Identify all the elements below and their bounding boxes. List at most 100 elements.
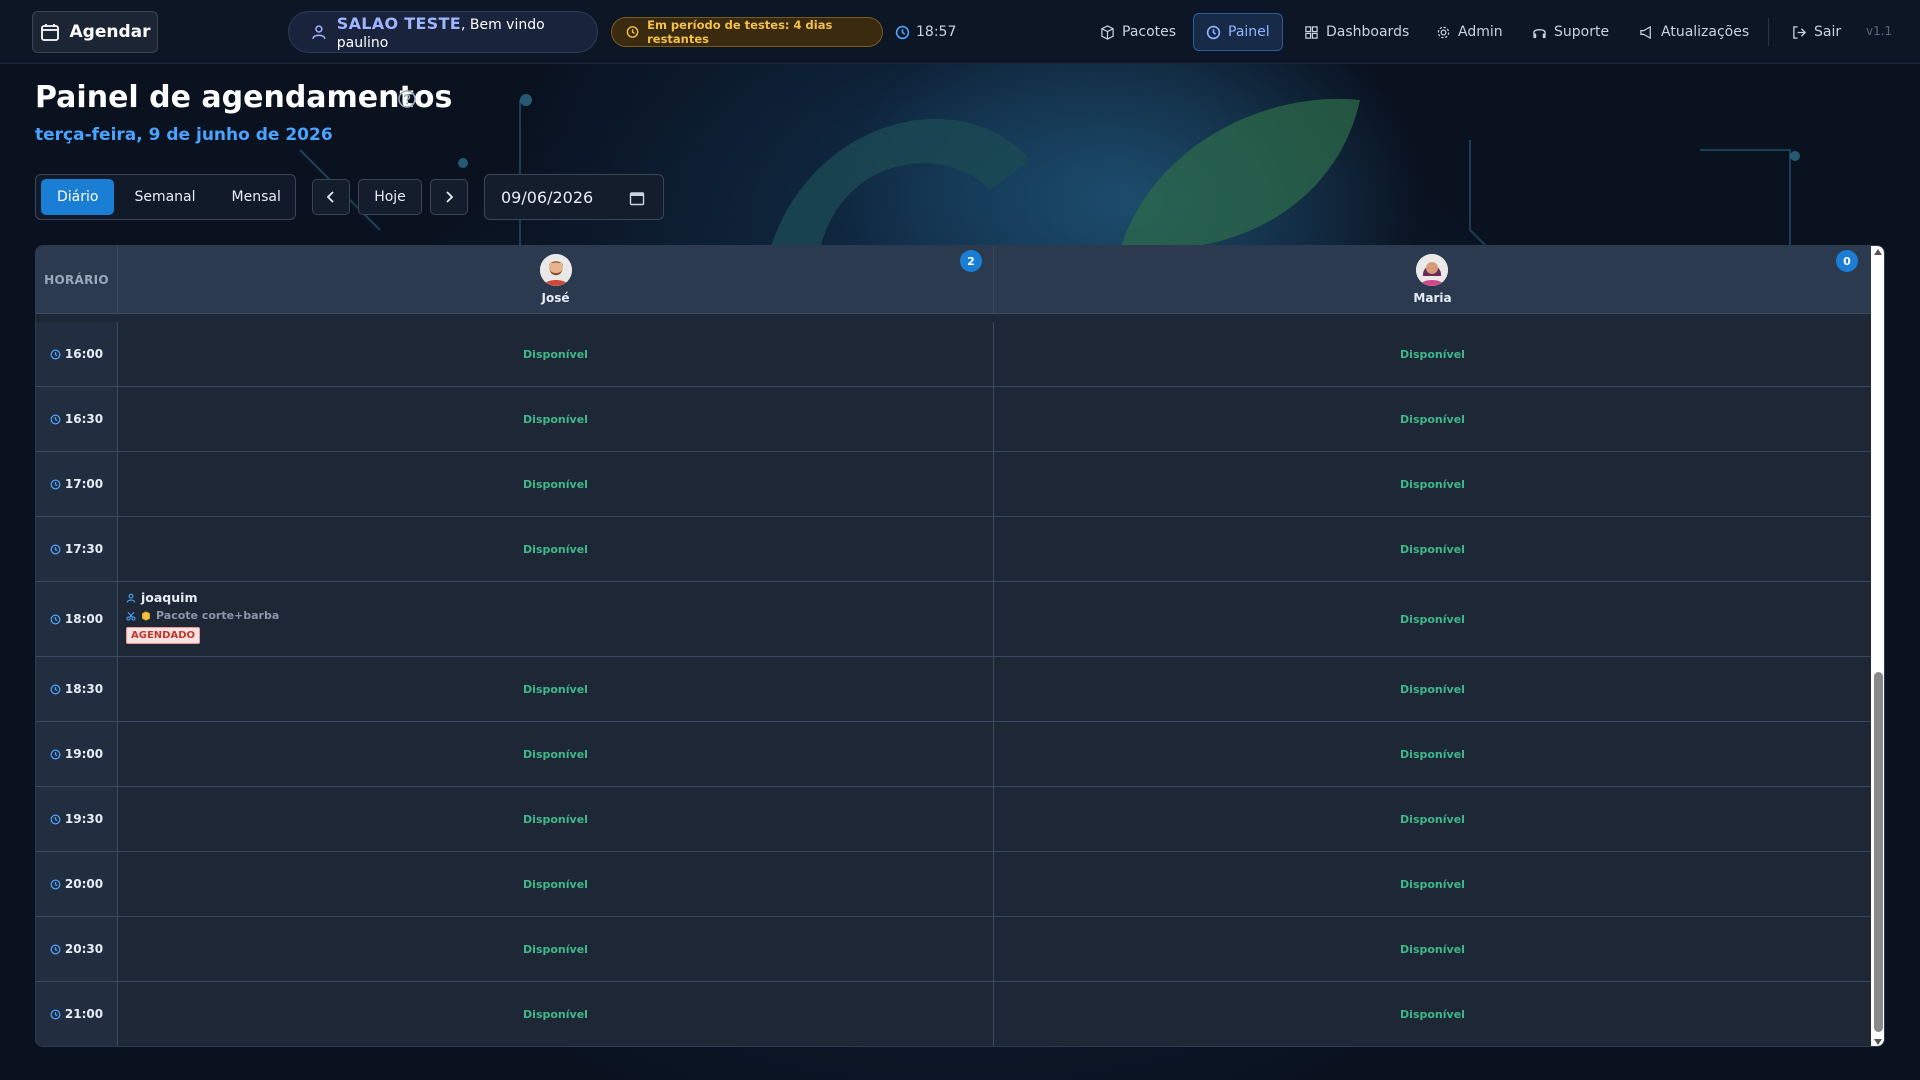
headset-icon <box>1533 28 1546 38</box>
avatar <box>1416 254 1448 286</box>
time-slot-label: 17:00 <box>36 452 118 516</box>
available-slot[interactable]: Disponível <box>118 322 994 386</box>
schedule-header: HORÁRIO José 2 Maria 0 <box>36 246 1871 314</box>
scroll-down-arrow[interactable] <box>1874 1039 1882 1045</box>
schedule-rows: 16:00 Disponível Disponível 16:30 Disponível… <box>36 322 1871 1046</box>
schedule-row: 18:00 joaquim Pacote corte+barba AGENDADO Di… <box>36 582 1871 657</box>
client-name: joaquim <box>141 590 198 605</box>
scroll-up-arrow[interactable] <box>1874 249 1882 255</box>
nav-dashboards[interactable]: Dashboards <box>1292 13 1421 51</box>
available-slot[interactable]: Disponível <box>994 387 1871 451</box>
time-slot-label: 20:00 <box>36 852 118 916</box>
appointment-package: Pacote corte+barba <box>126 609 279 622</box>
time-slot-label: 19:00 <box>36 722 118 786</box>
avatar <box>540 254 572 286</box>
appointment-count-badge: 2 <box>960 250 982 272</box>
clock-icon <box>50 684 61 694</box>
available-slot[interactable]: Disponível <box>994 322 1871 386</box>
available-label: Disponível <box>523 942 588 956</box>
scrollbar-thumb[interactable] <box>1874 672 1883 1032</box>
available-label: Disponível <box>1400 877 1465 891</box>
professional-name: José <box>541 291 570 305</box>
schedule-row: 19:00 Disponível Disponível <box>36 722 1871 787</box>
nav-pacotes[interactable]: Pacotes <box>1088 13 1188 51</box>
time-slot-label: 17:30 <box>36 517 118 581</box>
available-slot[interactable]: Disponível <box>118 982 994 1046</box>
schedule-row: 18:30 Disponível Disponível <box>36 657 1871 722</box>
appointment-cell[interactable]: joaquim Pacote corte+barba AGENDADO <box>118 582 994 656</box>
clock-icon <box>50 414 61 424</box>
date-picker-input[interactable]: 09/06/2026 <box>484 174 664 220</box>
date-value: 09/06/2026 <box>501 187 594 207</box>
clock-icon <box>50 544 61 554</box>
nav-label: Sair <box>1814 24 1842 40</box>
help-icon[interactable] <box>397 89 417 109</box>
available-slot[interactable]: Disponível <box>994 517 1871 581</box>
chevron-left-icon <box>326 191 334 203</box>
clock-icon <box>50 749 61 759</box>
professional-column-jose: José 2 <box>118 246 994 314</box>
available-slot[interactable]: Disponível <box>994 917 1871 981</box>
time-value: 17:30 <box>64 542 104 556</box>
schedule-row: 20:00 Disponível Disponível <box>36 852 1871 917</box>
clock-icon <box>626 26 639 38</box>
time-value: 20:00 <box>64 877 104 891</box>
box-icon <box>1101 24 1114 40</box>
available-slot[interactable]: Disponível <box>118 452 994 516</box>
available-label: Disponível <box>523 877 588 891</box>
chevron-right-icon <box>446 191 454 203</box>
view-diario-button[interactable]: Diário <box>41 179 115 215</box>
available-slot[interactable]: Disponível <box>994 787 1871 851</box>
available-slot[interactable]: Disponível <box>118 852 994 916</box>
megaphone-icon <box>1640 25 1651 39</box>
available-slot[interactable]: Disponível <box>994 582 1871 656</box>
available-label: Disponível <box>523 347 588 361</box>
time-value: 21:00 <box>64 1007 104 1021</box>
nav-atualizacoes[interactable]: Atualizações <box>1627 13 1761 51</box>
available-slot[interactable]: Disponível <box>994 657 1871 721</box>
app-version: v1.1 <box>1866 24 1893 38</box>
time-value: 19:30 <box>64 812 104 826</box>
nav-painel[interactable]: Painel <box>1193 13 1283 51</box>
calendar-icon[interactable] <box>629 190 645 206</box>
available-slot[interactable]: Disponível <box>994 722 1871 786</box>
nav-admin[interactable]: Admin <box>1424 13 1515 51</box>
clock-icon <box>50 879 61 889</box>
calendar-icon <box>40 24 59 41</box>
today-button[interactable]: Hoje <box>358 179 422 215</box>
user-icon <box>312 25 326 40</box>
appointment-card[interactable]: joaquim Pacote corte+barba AGENDADO <box>126 590 279 644</box>
agendar-button[interactable]: Agendar <box>32 11 158 53</box>
nav-sair[interactable]: Sair <box>1780 13 1853 51</box>
user-icon <box>126 593 136 603</box>
scrollbar[interactable] <box>1871 246 1884 1046</box>
available-slot[interactable]: Disponível <box>118 657 994 721</box>
available-label: Disponível <box>523 542 588 556</box>
available-slot[interactable]: Disponível <box>118 917 994 981</box>
trial-badge: Em período de testes: 4 dias restantes <box>611 17 883 47</box>
available-label: Disponível <box>1400 942 1465 956</box>
available-slot[interactable]: Disponível <box>994 452 1871 516</box>
view-semanal-button[interactable]: Semanal <box>118 179 211 215</box>
available-label: Disponível <box>523 477 588 491</box>
available-slot[interactable]: Disponível <box>118 722 994 786</box>
available-label: Disponível <box>1400 542 1465 556</box>
available-slot[interactable]: Disponível <box>118 517 994 581</box>
available-slot[interactable]: Disponível <box>118 387 994 451</box>
prev-day-button[interactable] <box>312 179 350 215</box>
logout-icon <box>1793 25 1807 39</box>
current-time: 18:57 <box>895 20 956 44</box>
available-slot[interactable]: Disponível <box>994 852 1871 916</box>
nav-label: Suporte <box>1554 24 1610 40</box>
time-value: 20:30 <box>64 942 104 956</box>
available-label: Disponível <box>1400 477 1465 491</box>
clock-icon <box>50 349 61 359</box>
available-slot[interactable]: Disponível <box>118 787 994 851</box>
available-slot[interactable]: Disponível <box>994 982 1871 1046</box>
available-label: Disponível <box>1400 612 1465 626</box>
nav-suporte[interactable]: Suporte <box>1520 13 1621 51</box>
available-label: Disponível <box>1400 1007 1465 1021</box>
view-mensal-button[interactable]: Mensal <box>216 179 297 215</box>
next-day-button[interactable] <box>430 179 468 215</box>
view-switcher: Diário Semanal Mensal <box>35 174 296 220</box>
